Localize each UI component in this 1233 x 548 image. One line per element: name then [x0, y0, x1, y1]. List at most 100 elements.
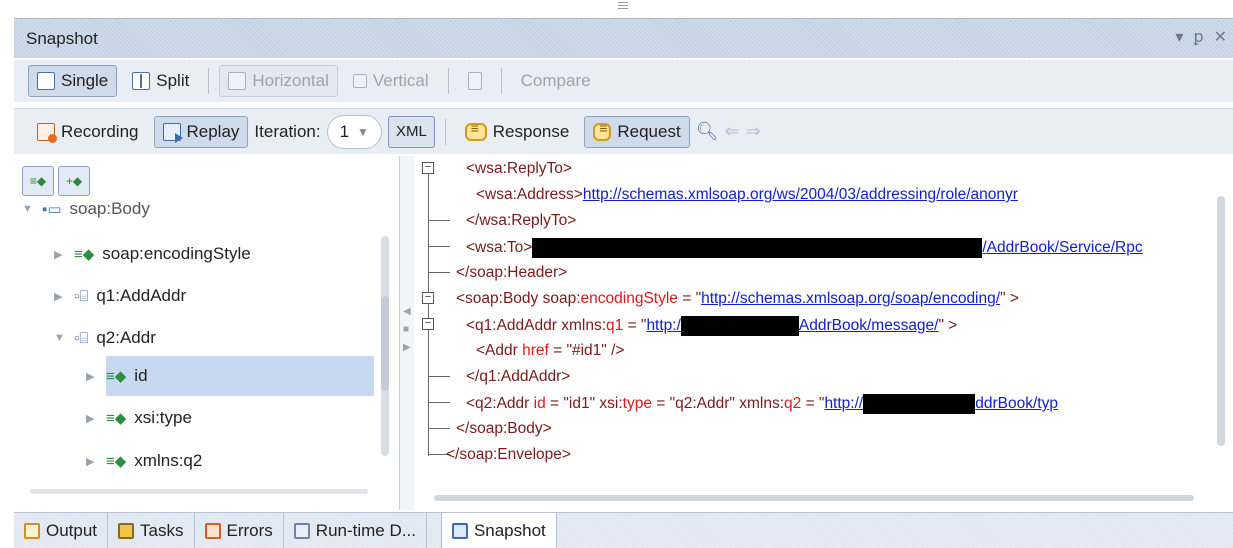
chevron-right-icon: ▶	[86, 370, 95, 383]
fold-toggle-icon[interactable]: −	[422, 162, 434, 174]
single-view-icon	[37, 72, 55, 90]
xml-text: " >	[938, 317, 958, 335]
response-button[interactable]: Response	[456, 116, 579, 148]
tree-node-q1-addaddr[interactable]: ▶ ▫⌸ q1:AddAddr	[54, 278, 186, 314]
xml-tag: </wsa:ReplyTo>	[466, 212, 577, 229]
menu-dropdown-icon[interactable]: ▾	[1175, 27, 1183, 47]
xml-link[interactable]: http:/	[646, 317, 680, 334]
close-icon[interactable]: ✕	[1214, 27, 1227, 47]
panel-drag-grip[interactable]	[618, 2, 628, 12]
toolbar-divider	[500, 68, 502, 94]
window-title: Snapshot	[26, 29, 98, 48]
xml-horizontal-scrollbar[interactable]	[434, 495, 1194, 501]
vertical-label: Vertical	[372, 71, 429, 90]
recording-button[interactable]: Recording	[28, 116, 148, 148]
xml-tag: </q1:AddAddr>	[466, 368, 571, 385]
xml-link[interactable]: http://	[824, 395, 863, 412]
expand-all-button[interactable]: ≡◆	[22, 166, 54, 196]
compare-swap-button[interactable]	[459, 65, 491, 97]
tab-errors[interactable]: Errors	[195, 513, 284, 548]
snapshot-icon	[451, 522, 468, 539]
tab-label: Snapshot	[473, 520, 546, 540]
request-button[interactable]: Request	[584, 115, 690, 148]
toolbar-divider	[444, 118, 446, 145]
xml-line: <Addr href = "#id1" />	[476, 342, 624, 360]
tab-output[interactable]: Output	[14, 513, 109, 548]
response-label: Response	[492, 121, 570, 141]
xml-line: <wsa:ReplyTo>	[466, 160, 572, 178]
pane-splitter[interactable]: ◀ ■ ▶	[400, 156, 414, 510]
chevron-right-icon: ▶	[54, 290, 63, 303]
xml-line: <wsa:To> /AddrBook/Service/Rpc	[466, 238, 1143, 258]
compare-button[interactable]: Compare	[512, 65, 600, 97]
collapse-right-icon[interactable]: ▶	[403, 342, 411, 353]
split-view-button[interactable]: Split	[123, 65, 198, 97]
tab-tasks[interactable]: Tasks	[108, 513, 195, 548]
response-icon	[464, 120, 487, 141]
xml-link[interactable]: AddrBook/message/	[799, 317, 939, 334]
chevron-down-icon: ▼	[54, 332, 65, 344]
arrow-left-icon[interactable]: ⇐	[725, 121, 740, 142]
xml-view-toggle[interactable]: XML	[387, 115, 435, 148]
tree-node-xmlns-q2[interactable]: ▶ ≡◆ xmlns:q2	[86, 443, 202, 479]
xml-label: XML	[395, 123, 427, 140]
xml-link[interactable]: /AddrBook/Service/Rpc	[982, 239, 1142, 256]
xml-tag: </soap:Envelope>	[446, 446, 571, 463]
chevron-right-icon: ▶	[86, 412, 95, 425]
collapse-all-button[interactable]: +◆	[58, 166, 90, 196]
tab-label: Errors	[226, 520, 273, 540]
iteration-select[interactable]: 1 ▼	[326, 114, 382, 149]
xml-vertical-scrollbar[interactable]	[1217, 196, 1225, 446]
compare-swap-icon	[467, 72, 482, 90]
xml-text: " >	[1000, 290, 1019, 307]
chevron-down-icon: ▼	[22, 203, 33, 215]
horizontal-layout-icon	[228, 72, 247, 90]
fold-toggle-icon[interactable]: −	[422, 292, 434, 304]
tree-scroll-thumb[interactable]	[381, 296, 389, 391]
pin-icon[interactable]: ꝑ	[1193, 27, 1203, 47]
tree-node-encodingstyle[interactable]: ▶ ≡◆ soap:encodingStyle	[54, 236, 251, 272]
tree-horizontal-scrollbar[interactable]	[14, 484, 384, 498]
toolbar-divider	[447, 68, 449, 94]
tree-node-soap-body[interactable]: ▼ ▪▭ soap:Body	[22, 198, 150, 220]
arrow-right-icon[interactable]: ⇒	[746, 121, 761, 142]
snapshot-toolbar: Recording Replay Iteration: 1 ▼ XML Resp…	[14, 108, 1233, 154]
xml-guide-line	[428, 246, 450, 247]
replay-icon	[162, 122, 183, 143]
search-icon[interactable]: 🔍︎	[696, 121, 719, 142]
single-view-button[interactable]: Single	[28, 65, 118, 97]
xml-text: = "#id1" />	[548, 342, 625, 359]
compare-label: Compare	[520, 71, 591, 90]
xml-text: = "	[623, 317, 647, 335]
tree-node-label: xmlns:q2	[134, 451, 203, 470]
xml-line: </q1:AddAddr>	[466, 368, 570, 386]
xml-line: <wsa:Address>http://schemas.xmlsoap.org/…	[476, 186, 1018, 204]
xml-link[interactable]: ddrBook/typ	[975, 395, 1058, 412]
tab-label: Output	[46, 520, 98, 540]
tasks-icon	[118, 522, 135, 539]
tab-runtime-data[interactable]: Run-time D...	[284, 513, 427, 548]
tree-node-id[interactable]: ▶ ≡◆ id	[86, 358, 148, 394]
xml-line: <q2:Addr id = "id1" xsi:type = "q2:Addr"…	[466, 394, 1058, 414]
fold-toggle-icon[interactable]: −	[422, 318, 434, 330]
vertical-layout-button[interactable]: Vertical	[344, 65, 438, 97]
xml-link[interactable]: http://schemas.xmlsoap.org/soap/encoding…	[701, 290, 1000, 307]
attribute-icon: ≡◆	[74, 246, 95, 263]
tab-snapshot[interactable]: Snapshot	[440, 513, 557, 548]
recording-label: Recording	[61, 121, 139, 141]
element-icon: ▫⌸	[74, 287, 89, 305]
horizontal-layout-button[interactable]: Horizontal	[219, 65, 338, 97]
xml-text: = "	[677, 290, 702, 307]
xml-guide-line	[428, 376, 450, 377]
redaction-bar	[863, 394, 976, 414]
collapse-left-icon[interactable]: ◀	[403, 306, 411, 317]
xml-tag: <wsa:ReplyTo>	[466, 160, 572, 177]
replay-button[interactable]: Replay	[153, 115, 249, 148]
tree-node-xsi-type[interactable]: ▶ ≡◆ xsi:type	[86, 400, 192, 436]
xml-text: = "q2:Addr" xmlns:	[651, 395, 785, 413]
xml-link[interactable]: http://schemas.xmlsoap.org/ws/2004/03/ad…	[583, 186, 1018, 203]
element-icon: ▪▭	[42, 201, 62, 218]
splitter-grip-icon: ■	[403, 324, 410, 335]
tree-node-q2-addr[interactable]: ▼ ▫⌸ q2:Addr	[54, 320, 156, 356]
xml-guide-line	[428, 166, 429, 456]
